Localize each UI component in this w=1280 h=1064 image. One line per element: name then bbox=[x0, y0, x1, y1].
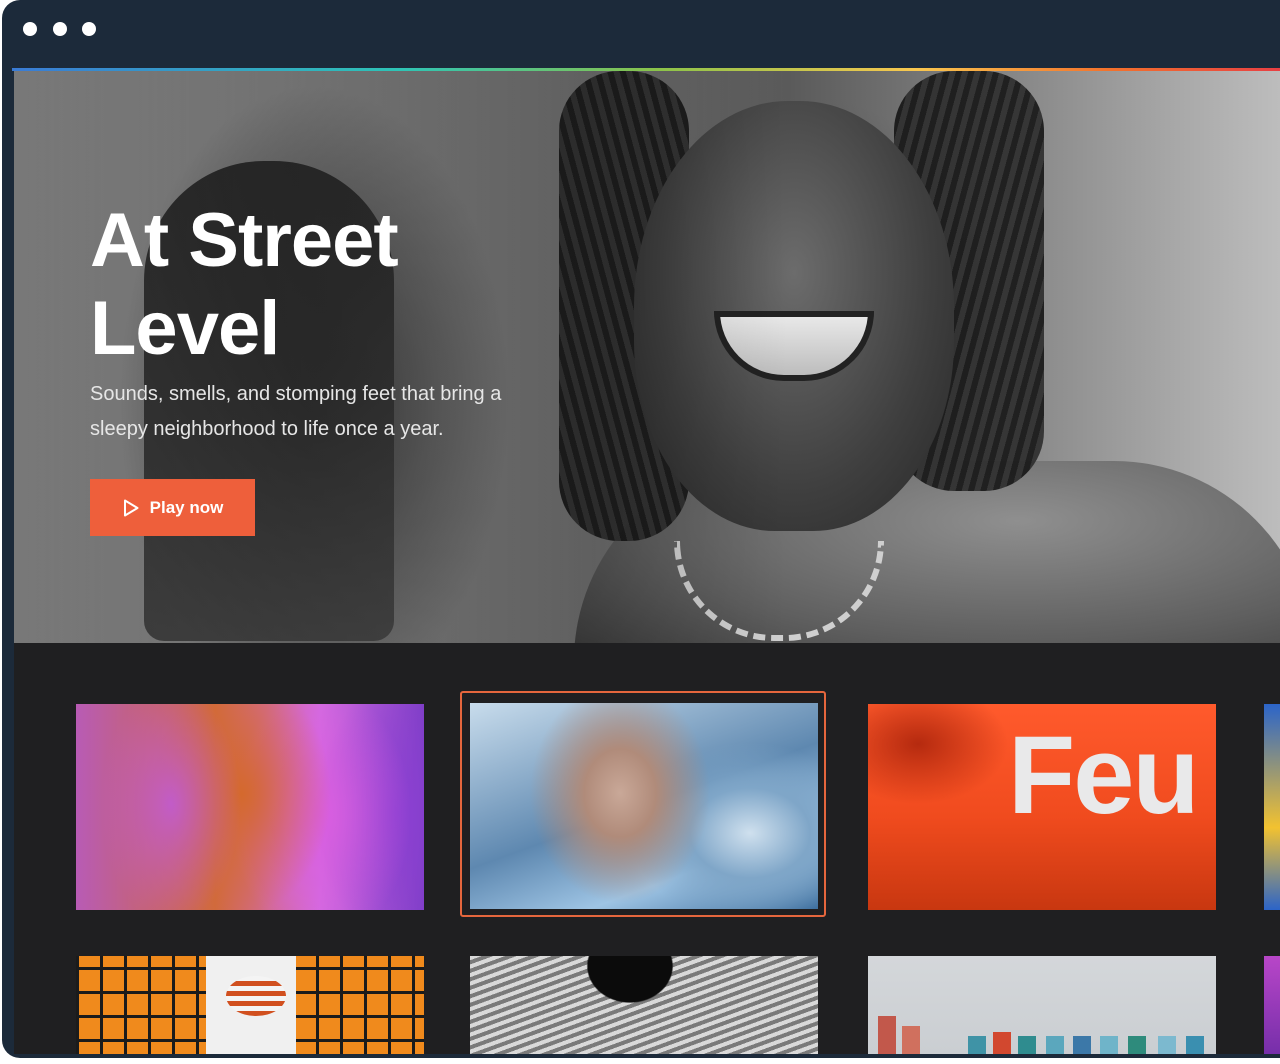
window-titlebar bbox=[2, 0, 1280, 68]
bottle-shape bbox=[1186, 1036, 1204, 1054]
page-viewport: At Street Level Sounds, smells, and stom… bbox=[14, 71, 1280, 1054]
bottle-shape bbox=[968, 1036, 986, 1054]
video-card-crowd[interactable] bbox=[76, 704, 424, 910]
video-card-bottles[interactable] bbox=[868, 956, 1216, 1054]
bottle-shape bbox=[1073, 1036, 1091, 1054]
video-card-partial[interactable] bbox=[1264, 956, 1280, 1054]
hero-subtitle: Sounds, smells, and stomping feet that b… bbox=[90, 383, 502, 440]
play-icon bbox=[122, 499, 140, 517]
video-card-partial[interactable] bbox=[1264, 704, 1280, 910]
video-card-feu[interactable]: Feu bbox=[868, 704, 1216, 910]
video-card-portrait-selected[interactable] bbox=[470, 703, 818, 909]
bottle-shape bbox=[1158, 1036, 1176, 1054]
play-now-button[interactable]: Play now bbox=[90, 479, 255, 536]
video-thumbnail bbox=[470, 703, 818, 909]
video-thumbnail bbox=[76, 704, 424, 910]
bottle-shape bbox=[1018, 1036, 1036, 1054]
window-control-dot[interactable] bbox=[23, 22, 37, 36]
hero-title: At Street Level bbox=[90, 197, 570, 373]
window-control-dot[interactable] bbox=[53, 22, 67, 36]
hero-title-line-2: Level bbox=[90, 286, 280, 371]
hero-banner: At Street Level Sounds, smells, and stom… bbox=[14, 71, 1280, 643]
video-card-tower[interactable] bbox=[76, 956, 424, 1054]
window-control-dot[interactable] bbox=[82, 22, 96, 36]
tower-shape bbox=[226, 976, 286, 1016]
video-thumbnail bbox=[470, 956, 818, 1054]
video-card-architecture[interactable] bbox=[470, 956, 818, 1054]
browser-window: At Street Level Sounds, smells, and stom… bbox=[2, 0, 1280, 1058]
bottle-shape bbox=[878, 1016, 896, 1054]
bottle-shape bbox=[993, 1032, 1011, 1054]
hero-title-line-1: At Street bbox=[90, 198, 399, 283]
bottle-shape bbox=[1046, 1036, 1064, 1054]
play-now-label: Play now bbox=[149, 497, 224, 517]
bottle-shape bbox=[1100, 1036, 1118, 1054]
bottle-shape bbox=[1128, 1036, 1146, 1054]
card-sign-text: Feu bbox=[1008, 714, 1200, 837]
bottle-shape bbox=[902, 1026, 920, 1054]
